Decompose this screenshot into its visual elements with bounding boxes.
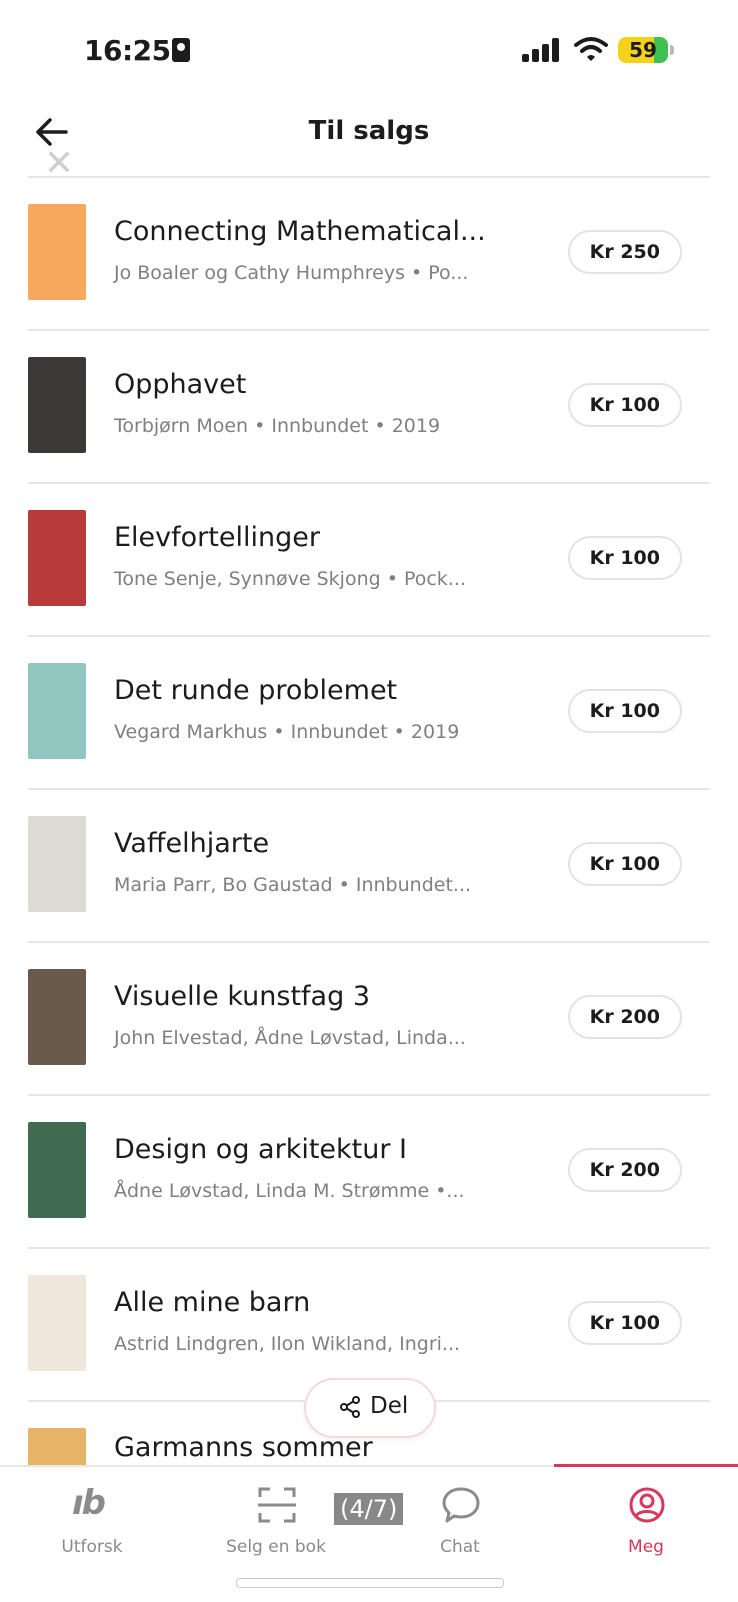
price-badge: Kr 100 bbox=[567, 842, 682, 886]
share-icon bbox=[340, 1396, 360, 1418]
book-cover bbox=[28, 204, 86, 300]
tab-meg[interactable]: Meg bbox=[554, 1467, 738, 1577]
listing-meta: Jo Boaler og Cathy Humphreys • Po... bbox=[114, 262, 469, 284]
price-badge: Kr 100 bbox=[567, 1301, 682, 1345]
listing-title: Connecting Mathematical... bbox=[114, 216, 486, 247]
status-bar: 16:25 59 bbox=[0, 0, 738, 100]
listing-row[interactable]: Visuelle kunstfag 3 John Elvestad, Ådne … bbox=[28, 943, 710, 1096]
listing-meta: Vegard Markhus • Innbundet • 2019 bbox=[114, 721, 460, 743]
listing-meta: Astrid Lindgren, Ilon Wikland, Ingri... bbox=[114, 1333, 461, 1355]
battery-icon: 59 bbox=[618, 37, 668, 63]
listing-row[interactable]: Connecting Mathematical... Jo Boaler og … bbox=[28, 178, 710, 331]
listing-row[interactable]: Elevfortellinger Tone Senje, Synnøve Skj… bbox=[28, 484, 710, 637]
listing-title: Det runde problemet bbox=[114, 675, 398, 706]
image-counter-overlay: (4/7) bbox=[334, 1493, 404, 1525]
book-cover bbox=[28, 1122, 86, 1218]
price-badge: Kr 100 bbox=[567, 689, 682, 733]
book-cover bbox=[28, 510, 86, 606]
listing-row[interactable]: Opphavet Torbjørn Moen • Innbundet • 201… bbox=[28, 331, 710, 484]
share-button[interactable]: Del bbox=[304, 1378, 436, 1438]
ib-logo-icon: ıb bbox=[72, 1483, 106, 1523]
listing-meta: Tone Senje, Synnøve Skjong • Pock... bbox=[114, 568, 466, 590]
book-cover bbox=[28, 663, 86, 759]
scan-icon bbox=[258, 1487, 296, 1523]
price-badge: Kr 100 bbox=[567, 536, 682, 580]
status-time: 16:25 bbox=[84, 34, 171, 67]
cellular-signal-icon bbox=[522, 38, 562, 62]
book-cover bbox=[28, 969, 86, 1065]
listing-meta: Ådne Løvstad, Linda M. Strømme •... bbox=[114, 1180, 465, 1202]
listing-title: Vaffelhjarte bbox=[114, 828, 270, 859]
tab-label: Chat bbox=[440, 1537, 480, 1557]
tab-utforsk[interactable]: ıb Utforsk bbox=[0, 1467, 184, 1577]
listing-row[interactable]: Design og arkitektur I Ådne Løvstad, Lin… bbox=[28, 1096, 710, 1249]
price-badge: Kr 200 bbox=[567, 995, 682, 1039]
listing-title: Alle mine barn bbox=[114, 1287, 311, 1318]
listing-row[interactable]: Vaffelhjarte Maria Parr, Bo Gaustad • In… bbox=[28, 790, 710, 943]
listing-title: Design og arkitektur I bbox=[114, 1134, 408, 1165]
listing-title: Elevfortellinger bbox=[114, 522, 320, 553]
profile-icon bbox=[629, 1487, 665, 1523]
listing-meta: John Elvestad, Ådne Løvstad, Linda... bbox=[114, 1027, 466, 1049]
price-badge: Kr 100 bbox=[567, 383, 682, 427]
listing-meta: Torbjørn Moen • Innbundet • 2019 bbox=[114, 415, 441, 437]
page-header: Til salgs bbox=[0, 100, 738, 176]
battery-level: 59 bbox=[629, 38, 657, 62]
listing-title: Opphavet bbox=[114, 369, 247, 400]
id-card-icon bbox=[172, 38, 190, 62]
book-cover bbox=[28, 357, 86, 453]
battery-tip bbox=[670, 45, 674, 55]
listing-title: Visuelle kunstfag 3 bbox=[114, 981, 370, 1012]
wifi-icon bbox=[574, 37, 608, 61]
price-badge: Kr 200 bbox=[567, 1148, 682, 1192]
home-indicator bbox=[236, 1578, 504, 1588]
listing-row[interactable]: Det runde problemet Vegard Markhus • Inn… bbox=[28, 637, 710, 790]
price-badge: Kr 250 bbox=[567, 230, 682, 274]
listing-list: Connecting Mathematical... Jo Boaler og … bbox=[28, 178, 710, 1524]
listing-meta: Maria Parr, Bo Gaustad • Innbundet... bbox=[114, 874, 472, 896]
share-label: Del bbox=[370, 1393, 409, 1419]
page-title: Til salgs bbox=[308, 116, 430, 146]
book-cover bbox=[28, 1275, 86, 1371]
tab-label: Utforsk bbox=[61, 1537, 123, 1557]
book-cover bbox=[28, 816, 86, 912]
tab-label: Meg bbox=[628, 1537, 664, 1557]
tab-label: Selg en bok bbox=[226, 1537, 326, 1557]
chat-bubble-icon bbox=[442, 1487, 480, 1523]
